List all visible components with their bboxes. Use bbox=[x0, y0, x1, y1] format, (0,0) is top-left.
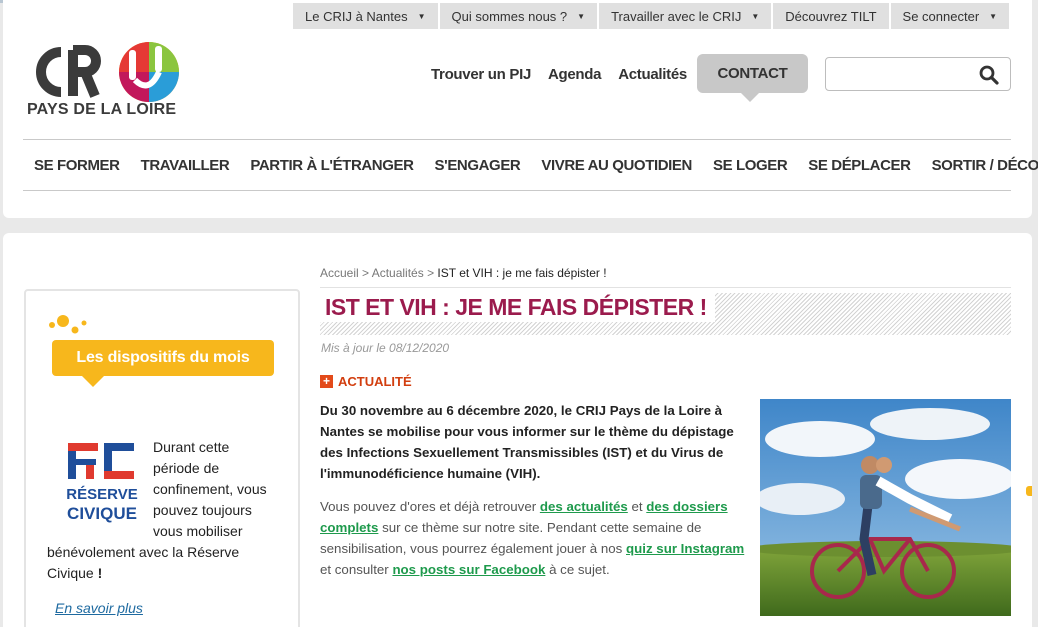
title-band: IST ET VIH : JE ME FAIS DÉPISTER ! bbox=[320, 293, 1011, 335]
en-savoir-plus-link[interactable]: En savoir plus bbox=[55, 600, 143, 616]
link-des-actualites[interactable]: des actualités bbox=[540, 499, 628, 514]
search-box bbox=[825, 57, 1011, 91]
link-agenda[interactable]: Agenda bbox=[548, 66, 602, 83]
category-se-deplacer[interactable]: SE DÉPLACER bbox=[808, 157, 911, 174]
body-text-segment: et consulter bbox=[320, 562, 393, 577]
category-se-loger[interactable]: SE LOGER bbox=[713, 157, 788, 174]
breadcrumb-current: IST et VIH : je me fais dépister ! bbox=[437, 266, 607, 280]
topnav-crij-nantes[interactable]: Le CRIJ à Nantes ▼ bbox=[293, 3, 438, 29]
banner-dispositifs-du-mois: Les dispositifs du mois bbox=[52, 340, 274, 387]
category-vivre-quotidien[interactable]: VIVRE AU QUOTIDIEN bbox=[541, 157, 692, 174]
body-text-segment: Vous pouvez d'ores et déjà retrouver bbox=[320, 499, 540, 514]
article-photo bbox=[760, 399, 1011, 616]
topnav-se-connecter[interactable]: Se connecter ▼ bbox=[890, 3, 1010, 29]
dots-decoration-icon bbox=[49, 315, 87, 334]
link-actualites[interactable]: Actualités bbox=[618, 66, 687, 83]
category-badge: + ACTUALITÉ bbox=[320, 374, 412, 389]
caret-down-icon: ▼ bbox=[989, 11, 998, 21]
sidebar-text-rest: bénévolement avec la Réserve Civique bbox=[47, 544, 240, 581]
contact-button[interactable]: CONTACT bbox=[697, 54, 808, 102]
crij-logo-mark bbox=[36, 42, 179, 102]
category-travailler[interactable]: TRAVAILLER bbox=[141, 157, 230, 174]
article-body: Vous pouvez d'ores et déjà retrouver des… bbox=[320, 496, 750, 580]
topnav-tilt[interactable]: Découvrez TILT bbox=[773, 3, 889, 29]
breadcrumb-section[interactable]: Actualités bbox=[372, 266, 424, 280]
edge-marker bbox=[1026, 486, 1032, 496]
breadcrumb-home[interactable]: Accueil bbox=[320, 266, 359, 280]
breadcrumb: Accueil > Actualités > IST et VIH : je m… bbox=[320, 266, 607, 280]
body-text-segment: à ce sujet. bbox=[545, 562, 610, 577]
link-posts-facebook[interactable]: nos posts sur Facebook bbox=[392, 562, 545, 577]
sidebar-box: Les dispositifs du mois RÉSERVE CIVIQUE … bbox=[24, 289, 300, 627]
sidebar-text-indented: Durant cette période de confinement, vou… bbox=[153, 439, 267, 539]
sidebar-text-end: ! bbox=[93, 565, 103, 581]
caret-down-icon: ▼ bbox=[577, 11, 586, 21]
site-header: Le CRIJ à Nantes ▼ Qui sommes nous ? ▼ Tra… bbox=[3, 0, 1038, 218]
search-icon[interactable] bbox=[979, 65, 999, 85]
category-partir-etranger[interactable]: PARTIR À L'ÉTRANGER bbox=[250, 157, 414, 174]
article-lead: Du 30 novembre au 6 décembre 2020, le CR… bbox=[320, 403, 734, 481]
breadcrumb-separator: > bbox=[423, 266, 438, 280]
page-title: IST ET VIH : JE ME FAIS DÉPISTER ! bbox=[320, 293, 715, 322]
topnav-travailler-avec[interactable]: Travailler avec le CRIJ ▼ bbox=[599, 3, 772, 29]
category-navigation: SE FORMER TRAVAILLER PARTIR À L'ÉTRANGER… bbox=[23, 139, 1038, 191]
divider bbox=[320, 287, 1011, 288]
logo-subtitle: PAYS DE LA LOIRE bbox=[27, 101, 177, 118]
category-se-former[interactable]: SE FORMER bbox=[34, 157, 120, 174]
content-area: Les dispositifs du mois RÉSERVE CIVIQUE … bbox=[3, 233, 1032, 627]
link-trouver-pij[interactable]: Trouver un PIJ bbox=[431, 66, 531, 83]
category-s-engager[interactable]: S'ENGAGER bbox=[435, 157, 521, 174]
body-text-segment: et bbox=[627, 499, 647, 514]
category-sortir-decouvrir[interactable]: SORTIR / DÉCOUVRIR bbox=[932, 157, 1038, 174]
search-input[interactable] bbox=[834, 59, 979, 89]
caret-down-icon: ▼ bbox=[417, 11, 426, 21]
plus-icon: + bbox=[320, 375, 333, 388]
link-quiz-instagram[interactable]: quiz sur Instagram bbox=[626, 541, 744, 556]
breadcrumb-separator: > bbox=[358, 266, 372, 280]
sidebar-text: Durant cette période de confinement, vou… bbox=[47, 437, 279, 584]
updated-date: Mis à jour le 08/12/2020 bbox=[321, 341, 450, 355]
topnav-qui-sommes-nous[interactable]: Qui sommes nous ? ▼ bbox=[439, 3, 598, 29]
main-links: Trouver un PIJ Agenda Actualités bbox=[431, 66, 687, 83]
top-navigation: Le CRIJ à Nantes ▼ Qui sommes nous ? ▼ Tra… bbox=[293, 3, 1010, 29]
caret-down-icon: ▼ bbox=[751, 11, 760, 21]
category-label: ACTUALITÉ bbox=[338, 374, 412, 389]
